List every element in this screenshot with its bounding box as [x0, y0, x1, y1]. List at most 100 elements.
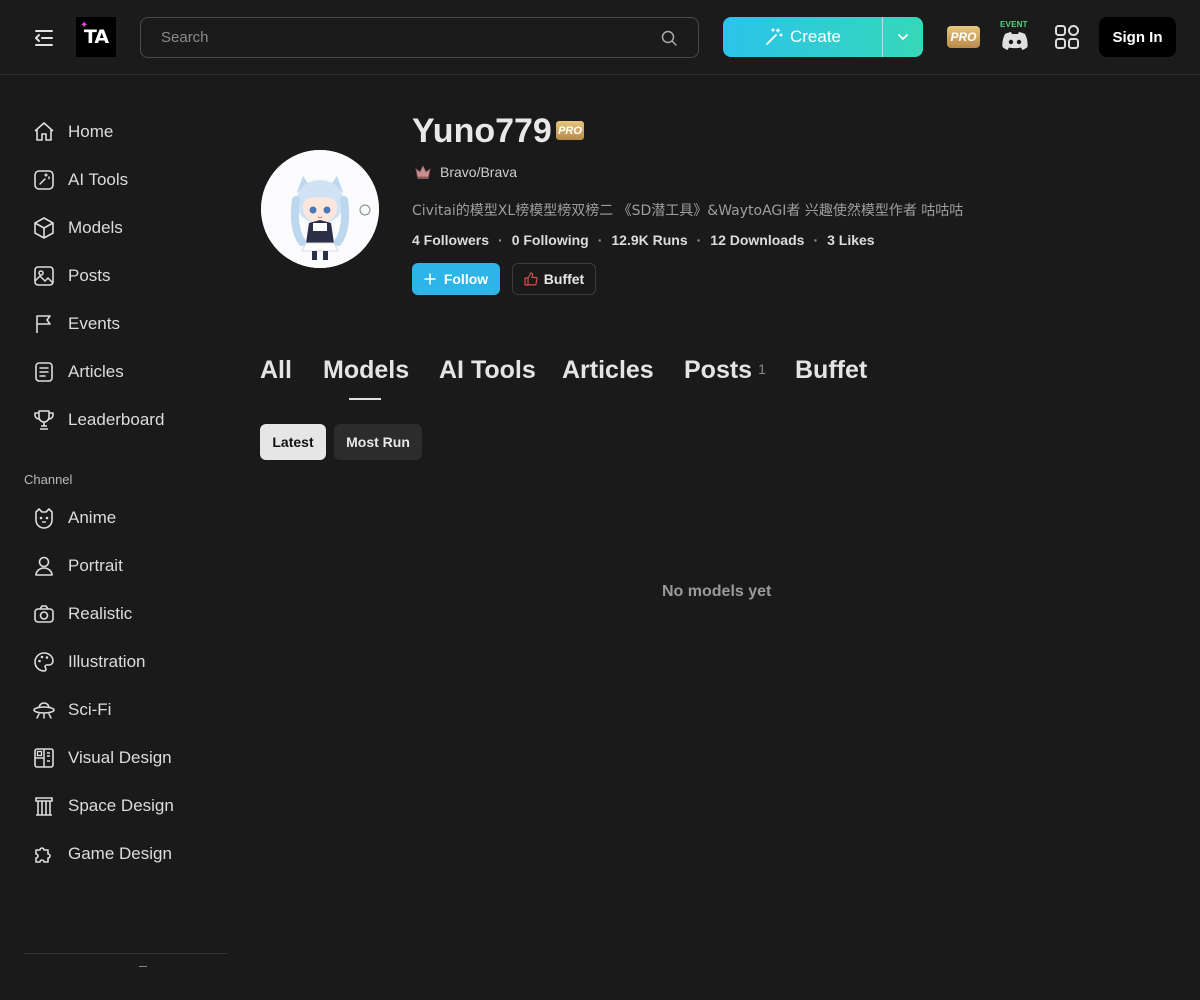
magic-wand-icon: [766, 28, 783, 45]
trophy-icon: [24, 408, 64, 432]
stats-separator: ·: [498, 232, 503, 248]
profile-bio: Civitai的模型XL榜模型榜双榜二 《SD潜工具》&WaytoAGI者 兴趣…: [412, 203, 964, 219]
sidebar-item-anime[interactable]: Anime: [24, 498, 224, 538]
sidebar-item-label: Realistic: [68, 604, 133, 623]
image-icon: [24, 264, 64, 288]
search-box[interactable]: [140, 17, 699, 58]
channel-section-title: Channel: [24, 472, 73, 487]
tab-label: Models: [323, 356, 410, 384]
tab-articles[interactable]: Articles: [562, 356, 654, 385]
create-split-button: Create: [723, 17, 923, 57]
sidebar-item-label: AI Tools: [68, 170, 129, 189]
top-header: ✦ TA Create PRO EVENT: [0, 0, 1200, 75]
sidebar-item-label: Visual Design: [68, 748, 172, 767]
tab-count: 1: [758, 361, 766, 377]
sidebar-item-events[interactable]: Events: [24, 304, 224, 344]
sparkle-icon: ✦: [80, 20, 88, 31]
avatar: [261, 150, 379, 268]
empty-state-message: No models yet: [662, 583, 772, 600]
followers-count[interactable]: 4 Followers: [412, 232, 489, 248]
sidebar-item-game-design[interactable]: Game Design: [24, 834, 224, 874]
create-dropdown-toggle[interactable]: [883, 17, 923, 57]
sort-latest-button[interactable]: Latest: [260, 424, 326, 460]
ai-tools-icon: [24, 168, 64, 192]
sidebar-item-leaderboard[interactable]: Leaderboard: [24, 400, 224, 440]
following-count[interactable]: 0 Following: [512, 232, 589, 248]
sidebar-item-label: Portrait: [68, 556, 123, 575]
search-input[interactable]: [141, 18, 698, 57]
create-label: Create: [789, 27, 842, 46]
event-label: EVENT: [1000, 20, 1028, 29]
tab-ai-tools[interactable]: AI Tools: [439, 356, 536, 385]
camera-icon: [24, 602, 64, 626]
sidebar-item-illustration[interactable]: Illustration: [24, 642, 224, 682]
sidebar-item-label: Space Design: [68, 796, 174, 815]
sidebar-item-space-design[interactable]: Space Design: [24, 786, 224, 826]
site-logo[interactable]: ✦ TA: [76, 17, 116, 57]
sidebar-item-realistic[interactable]: Realistic: [24, 594, 224, 634]
sidebar-item-label: Anime: [68, 508, 117, 527]
discord-icon: [1002, 32, 1028, 50]
follow-label: Follow: [443, 271, 489, 287]
tab-posts[interactable]: Posts 1: [684, 356, 766, 385]
stats-separator: ·: [597, 232, 603, 248]
tab-models[interactable]: Models: [323, 356, 409, 385]
runs-count: 12.9K Runs: [611, 232, 688, 248]
profile-pro-badge: PRO: [556, 121, 584, 140]
tab-label: All: [260, 356, 292, 384]
thumbs-up-icon: [524, 272, 538, 286]
sidebar-item-visual-design[interactable]: Visual Design: [24, 738, 224, 778]
chevron-down-icon: [898, 34, 908, 40]
discord-event-button[interactable]: EVENT: [998, 20, 1032, 54]
sidebar-item-sci-fi[interactable]: Sci-Fi: [24, 690, 224, 730]
sidebar-divider: [24, 953, 228, 954]
person-icon: [24, 554, 64, 578]
search-icon[interactable]: [660, 29, 678, 47]
sidebar-item-label: Posts: [68, 266, 111, 285]
sidebar: Home AI Tools Models Posts Events Articl…: [0, 75, 240, 1000]
sidebar-item-label: Sci-Fi: [68, 700, 112, 719]
sidebar-item-ai-tools[interactable]: AI Tools: [24, 160, 224, 200]
apps-grid-icon[interactable]: [1054, 24, 1080, 50]
stats-separator: ·: [696, 232, 702, 248]
logo-text: TA: [83, 26, 109, 48]
sort-most-run-button[interactable]: Most Run: [334, 424, 422, 460]
menu-collapse-icon[interactable]: [30, 25, 58, 51]
layout-icon: [24, 746, 64, 770]
pro-button[interactable]: PRO: [947, 26, 980, 48]
create-button[interactable]: Create: [723, 17, 882, 57]
plus-icon: [424, 273, 436, 285]
sidebar-item-label: Illustration: [68, 652, 146, 671]
profile-username: Yuno779: [412, 112, 552, 150]
stats-separator: ·: [813, 232, 819, 248]
document-icon: [24, 360, 64, 384]
sidebar-item-label: Leaderboard: [68, 410, 165, 429]
sidebar-scroll-indicator: [139, 966, 147, 967]
downloads-count: 12 Downloads: [710, 232, 805, 248]
ufo-icon: [24, 698, 64, 722]
sidebar-item-home[interactable]: Home: [24, 112, 224, 152]
tab-label: Buffet: [795, 356, 868, 384]
column-icon: [24, 794, 64, 818]
cube-icon: [24, 216, 64, 240]
sidebar-item-models[interactable]: Models: [24, 208, 224, 248]
sidebar-item-portrait[interactable]: Portrait: [24, 546, 224, 586]
tab-label: Articles: [562, 356, 654, 384]
flag-icon: [24, 312, 64, 336]
anime-icon: [24, 506, 64, 530]
tab-buffet[interactable]: Buffet: [795, 356, 867, 385]
crown-icon: [415, 165, 431, 179]
sidebar-item-articles[interactable]: Articles: [24, 352, 224, 392]
tab-label: Posts: [684, 356, 753, 384]
profile-rank: Bravo/Brava: [414, 164, 517, 180]
buffet-label: Buffet: [543, 271, 585, 287]
sign-in-button[interactable]: Sign In: [1099, 17, 1176, 57]
sidebar-item-label: Game Design: [68, 844, 172, 863]
puzzle-icon: [24, 842, 64, 866]
sidebar-item-posts[interactable]: Posts: [24, 256, 224, 296]
rank-title: Bravo/Brava: [440, 164, 518, 180]
follow-button[interactable]: Follow: [412, 263, 500, 295]
tab-label: AI Tools: [439, 356, 536, 384]
tab-all[interactable]: All: [260, 356, 292, 385]
buffet-button[interactable]: Buffet: [512, 263, 596, 295]
